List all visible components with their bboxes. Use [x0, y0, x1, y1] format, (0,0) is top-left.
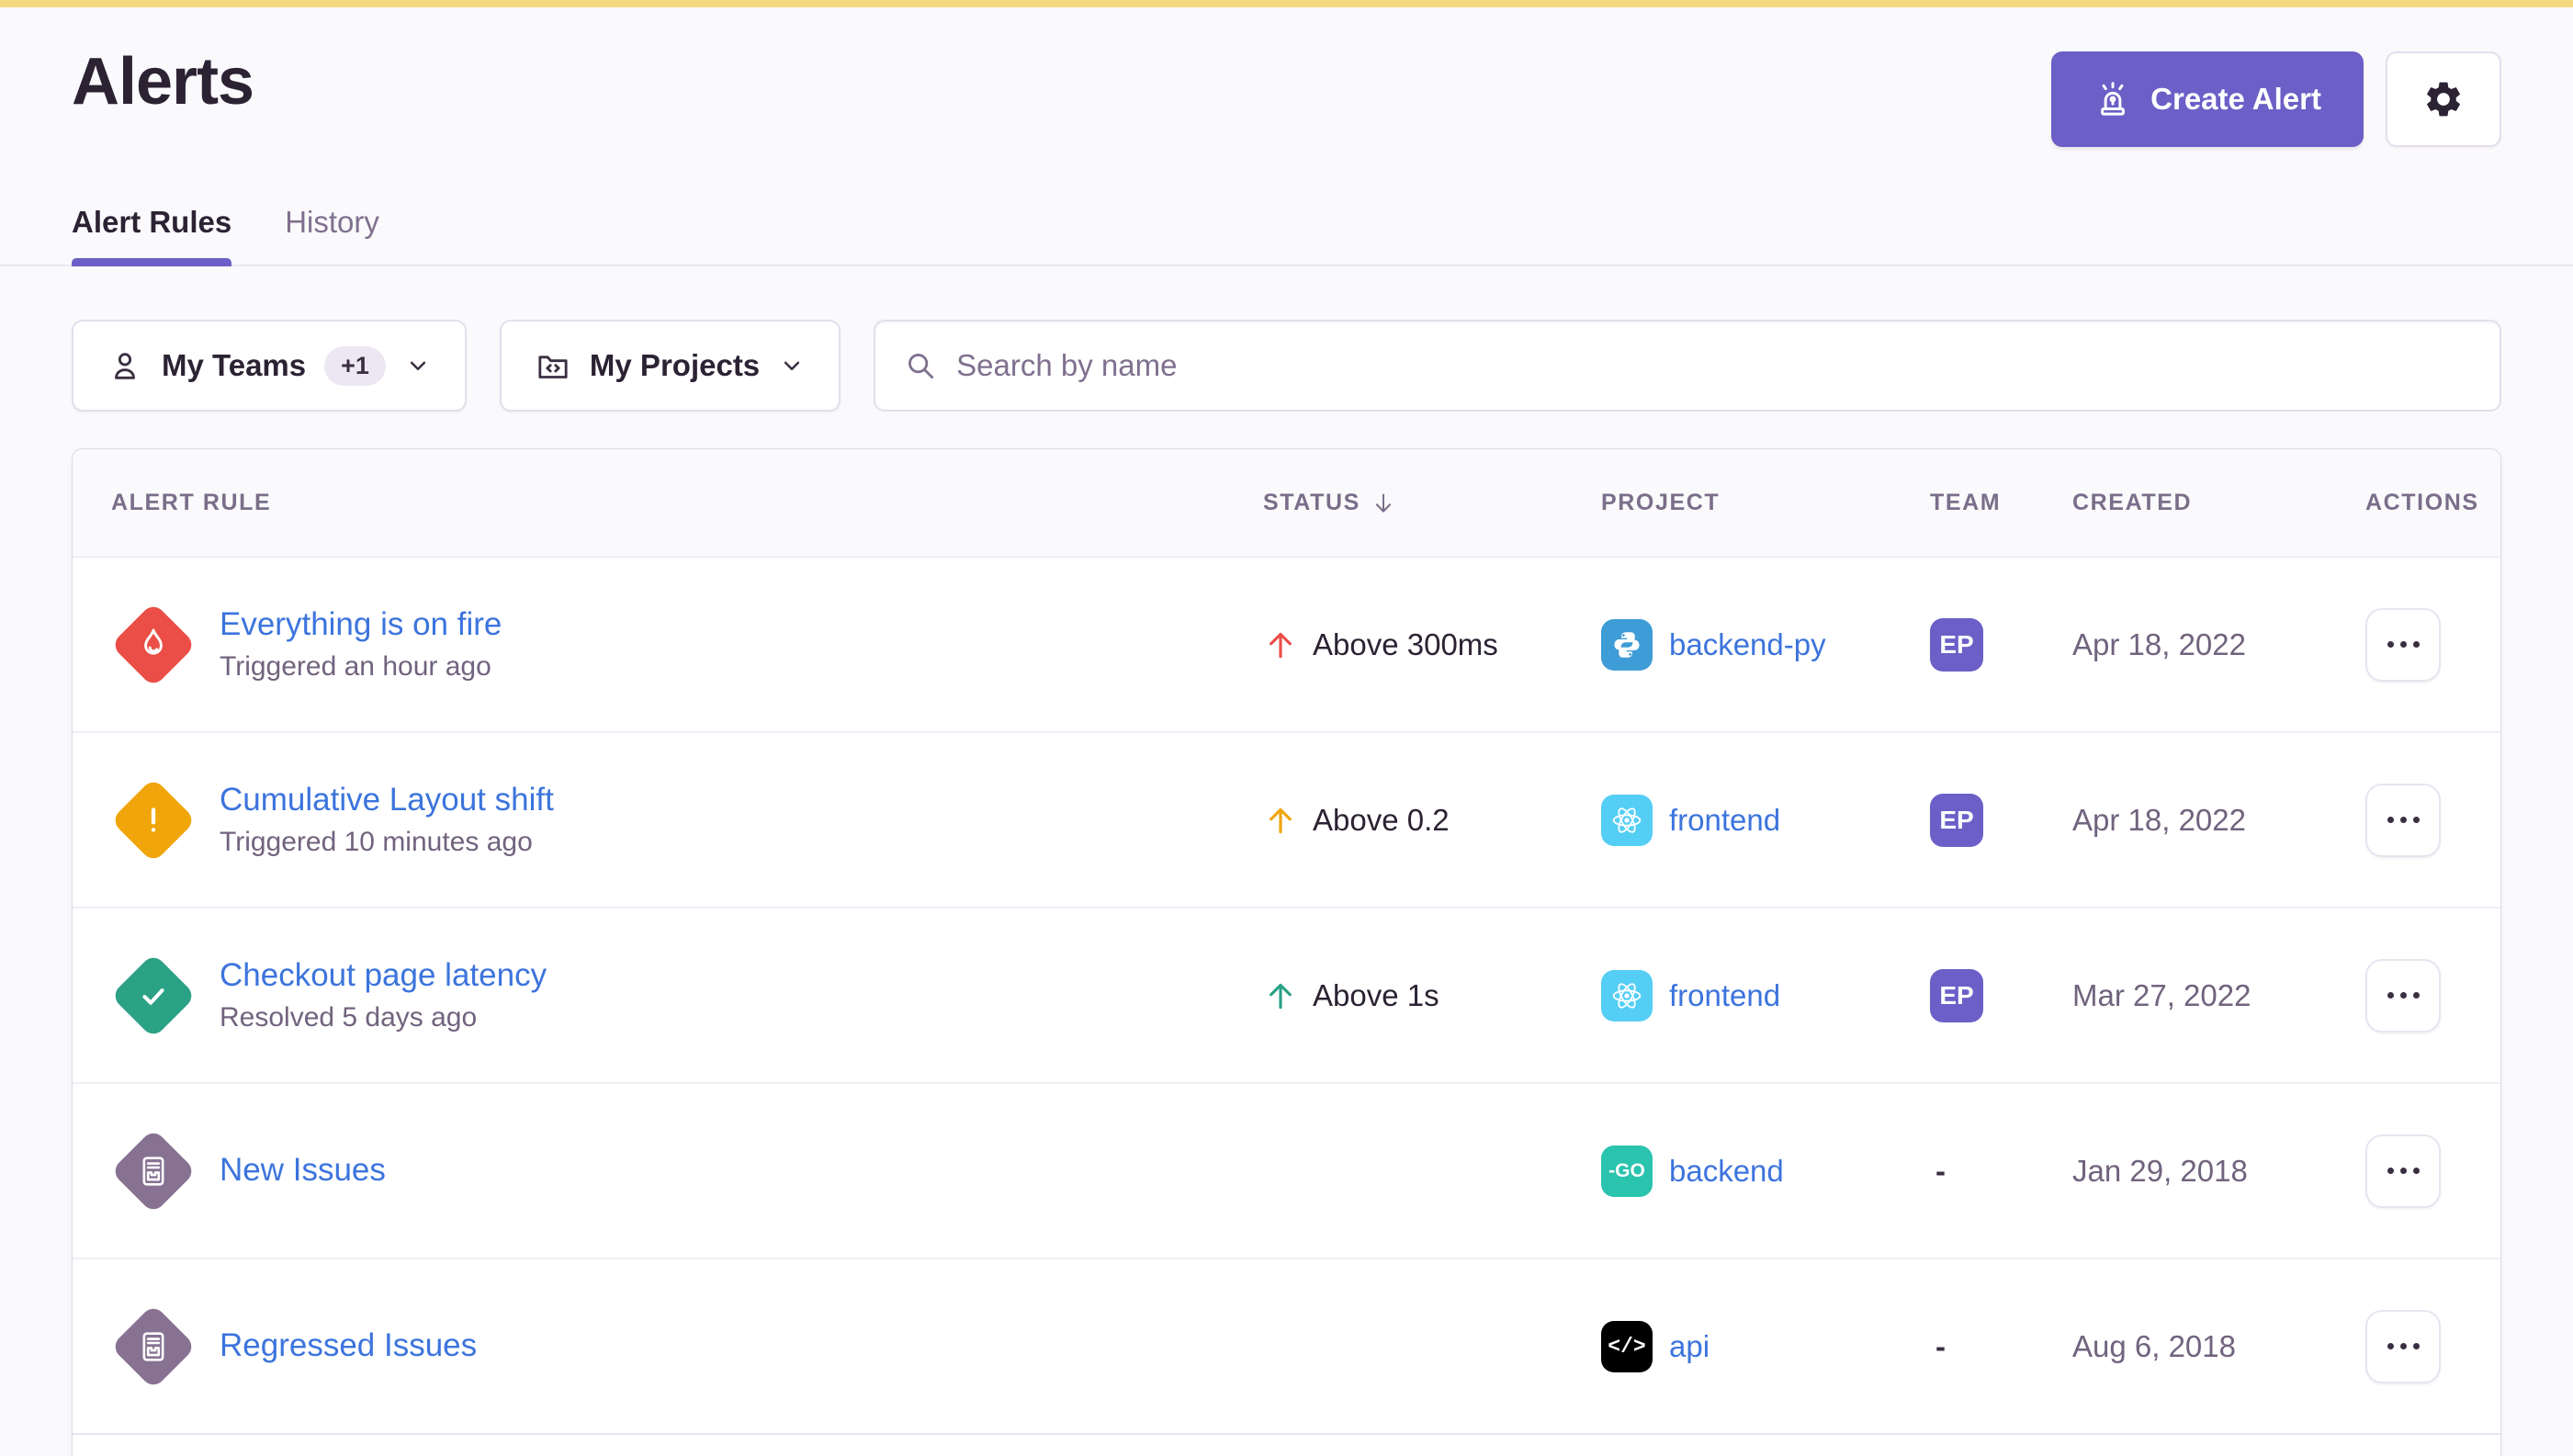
created-date: Mar 27, 2022	[2072, 978, 2334, 1013]
code-platform-icon: </>	[1601, 1321, 1653, 1372]
column-header-created: CREATED	[2072, 490, 2334, 516]
alert-settings-button[interactable]	[2386, 51, 2501, 147]
sort-descending-icon	[1370, 490, 1397, 517]
team-badge: EP	[1930, 618, 1983, 672]
column-header-alert-rule: ALERT RULE	[73, 490, 1250, 516]
teams-count-badge: +1	[324, 346, 386, 386]
arrow-up-icon	[1263, 978, 1298, 1013]
siren-icon	[2093, 80, 2132, 119]
status-text: Above 1s	[1313, 978, 1439, 1013]
alert-rule-subtitle: Resolved 5 days ago	[220, 1002, 547, 1033]
project-link[interactable]: api	[1669, 1329, 1710, 1364]
alert-rule-link[interactable]: Everything is on fire	[220, 606, 502, 643]
arrow-up-icon	[1263, 803, 1298, 838]
row-actions-button[interactable]	[2365, 608, 2441, 682]
project-link[interactable]: backend-py	[1669, 627, 1826, 662]
react-platform-icon	[1601, 970, 1653, 1021]
user-icon	[107, 347, 143, 384]
column-header-status[interactable]: STATUS	[1250, 490, 1601, 517]
go-platform-icon: -GO	[1601, 1146, 1653, 1197]
team-badge: EP	[1930, 969, 1983, 1022]
table-row: Checkout page latency Resolved 5 days ag…	[73, 909, 2500, 1084]
team-empty-value: -	[1930, 1154, 1946, 1188]
column-header-team: TEAM	[1930, 490, 2072, 516]
search-icon	[903, 348, 938, 383]
tab-alert-rules[interactable]: Alert Rules	[72, 204, 231, 265]
tab-history[interactable]: History	[285, 204, 379, 265]
team-badge: EP	[1930, 794, 1983, 847]
status-text: Above 300ms	[1313, 627, 1498, 662]
alert-rule-link[interactable]: New Issues	[220, 1152, 386, 1189]
status-text: Above 0.2	[1313, 803, 1450, 838]
projects-filter-dropdown[interactable]: My Projects	[500, 320, 841, 412]
create-alert-button[interactable]: Create Alert	[2051, 51, 2364, 147]
arrow-up-icon	[1263, 627, 1298, 662]
alert-rule-link[interactable]: Regressed Issues	[220, 1327, 477, 1364]
chevron-down-icon	[778, 352, 806, 379]
created-date: Apr 18, 2022	[2072, 627, 2334, 662]
column-header-project: PROJECT	[1601, 490, 1930, 516]
alert-rule-link[interactable]: Checkout page latency	[220, 957, 547, 994]
create-alert-label: Create Alert	[2150, 82, 2321, 117]
created-date: Jan 29, 2018	[2072, 1154, 2334, 1189]
alert-type-critical-icon	[109, 601, 197, 689]
gear-icon	[2422, 78, 2465, 120]
row-actions-button[interactable]	[2365, 1310, 2441, 1383]
project-link[interactable]: backend	[1669, 1154, 1784, 1189]
row-actions-button[interactable]	[2365, 959, 2441, 1033]
project-link[interactable]: frontend	[1669, 978, 1780, 1013]
row-actions-button[interactable]	[2365, 1134, 2441, 1208]
table-row: Cumulative Layout shift Triggered 10 min…	[73, 733, 2500, 909]
page-title: Alerts	[72, 48, 254, 118]
page-header: Alerts Create Alert	[72, 48, 2501, 147]
header-actions: Create Alert	[2051, 51, 2501, 147]
python-platform-icon	[1601, 619, 1653, 671]
folder-code-icon	[535, 347, 571, 384]
table-row: New Issues -GO backend - Jan 29, 2018	[73, 1084, 2500, 1259]
team-empty-value: -	[1930, 1329, 1946, 1363]
tab-bar: Alert Rules History	[0, 204, 2573, 266]
table-row: Regressed Issues </> api - Aug 6, 2018	[73, 1259, 2500, 1435]
column-header-actions: ACTIONS	[2334, 490, 2500, 516]
search-container	[874, 320, 2501, 412]
fire-icon	[133, 625, 174, 665]
alert-rule-subtitle: Triggered 10 minutes ago	[220, 827, 554, 858]
project-link[interactable]: frontend	[1669, 803, 1780, 838]
alert-type-issue-icon	[109, 1303, 197, 1391]
alert-type-resolved-icon	[109, 952, 197, 1040]
table-header-row: ALERT RULE STATUS PROJECT TEAM CREATED A…	[73, 449, 2500, 558]
checkmark-icon	[133, 976, 174, 1016]
row-actions-button[interactable]	[2365, 784, 2441, 857]
exclamation-icon	[133, 800, 174, 841]
table-row: Everything is on fire Triggered an hour …	[73, 558, 2500, 733]
alert-rule-link[interactable]: Cumulative Layout shift	[220, 782, 554, 818]
environment-banner-strip	[0, 0, 2573, 7]
issues-list-icon	[134, 1152, 173, 1191]
created-date: Apr 18, 2022	[2072, 803, 2334, 838]
chevron-down-icon	[404, 352, 432, 379]
issues-list-icon	[134, 1327, 173, 1366]
alerts-page: Alerts Create Alert	[0, 48, 2573, 1456]
react-platform-icon	[1601, 795, 1653, 846]
alert-rule-subtitle: Triggered an hour ago	[220, 651, 502, 683]
created-date: Aug 6, 2018	[2072, 1329, 2334, 1364]
alert-rules-table: ALERT RULE STATUS PROJECT TEAM CREATED A…	[72, 448, 2501, 1456]
teams-filter-dropdown[interactable]: My Teams +1	[72, 320, 467, 412]
alert-type-warning-icon	[109, 776, 197, 864]
filter-bar: My Teams +1 My Projects	[72, 320, 2501, 412]
projects-filter-label: My Projects	[590, 348, 760, 383]
search-input[interactable]	[956, 348, 2472, 383]
teams-filter-label: My Teams	[162, 348, 306, 383]
alert-type-issue-icon	[109, 1127, 197, 1215]
